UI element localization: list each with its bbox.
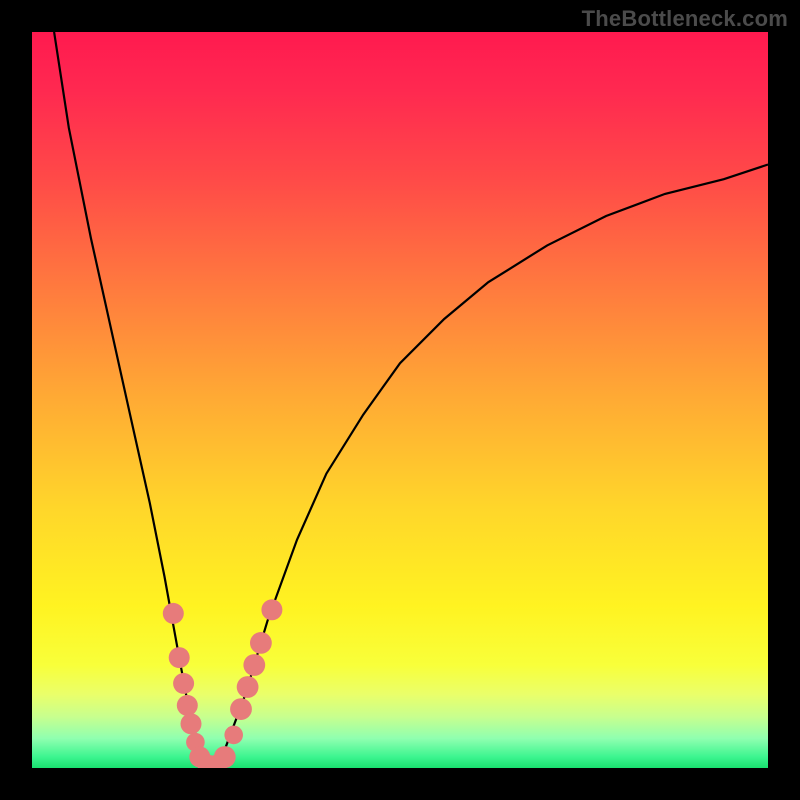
bead	[214, 746, 236, 768]
bead	[243, 654, 265, 676]
bead	[250, 632, 272, 654]
bead	[261, 599, 282, 620]
plot-area	[32, 32, 768, 768]
bead	[237, 676, 259, 698]
chart-svg	[32, 32, 768, 768]
gradient-background	[32, 32, 768, 768]
bead	[163, 603, 184, 624]
bead	[230, 698, 252, 720]
bead	[181, 713, 202, 734]
watermark-text: TheBottleneck.com	[582, 6, 788, 32]
bead	[173, 673, 194, 694]
frame: TheBottleneck.com	[0, 0, 800, 800]
bead	[177, 695, 198, 716]
bead	[224, 726, 243, 745]
bead	[169, 647, 190, 668]
